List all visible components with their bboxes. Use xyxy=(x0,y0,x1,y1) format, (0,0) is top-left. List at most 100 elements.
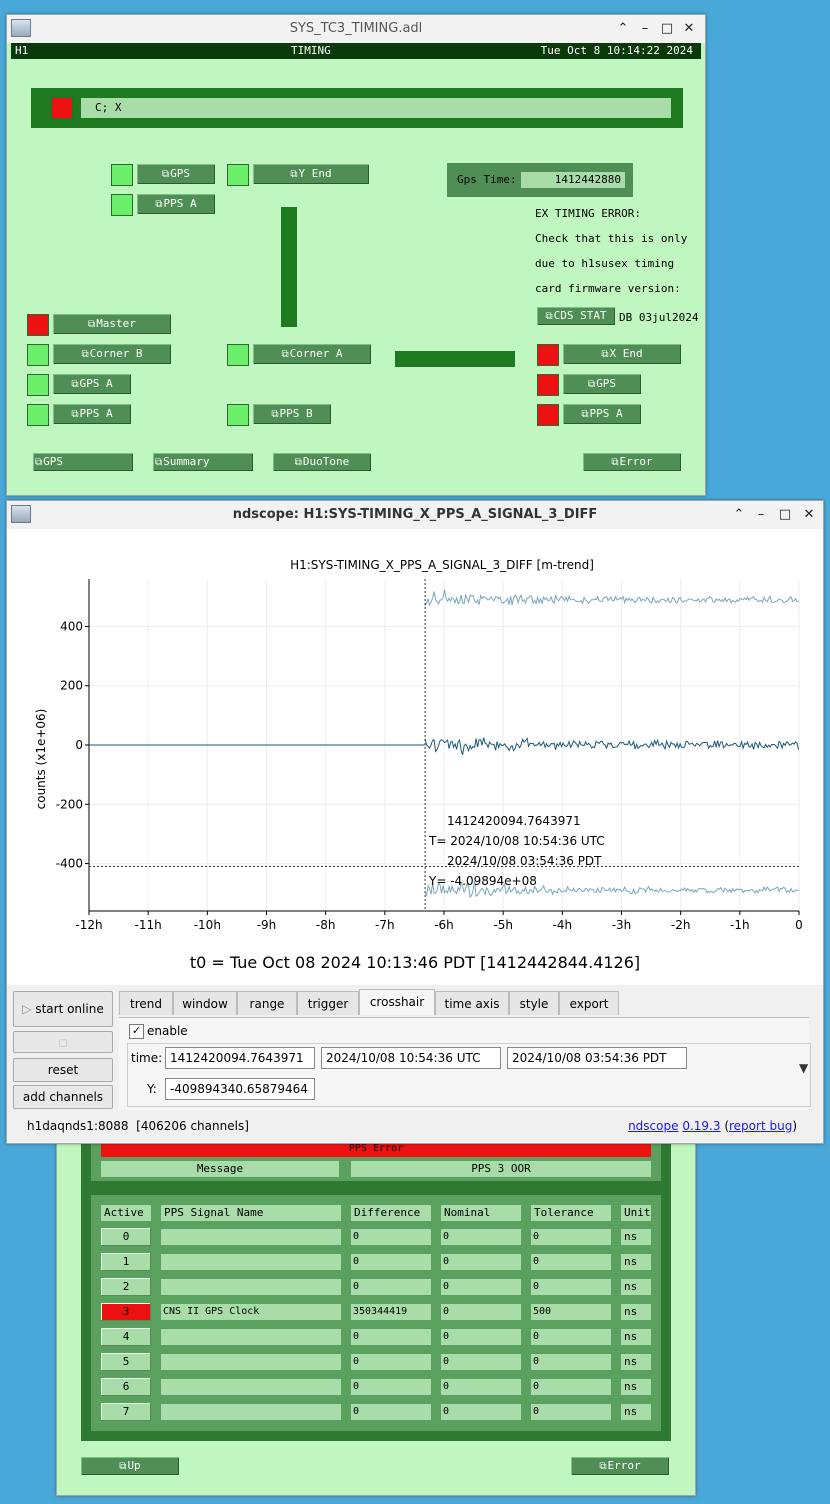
minimize-icon[interactable]: – xyxy=(637,21,653,36)
pps-error-banner: PPS Error xyxy=(101,1143,651,1157)
medm-titlebar[interactable]: SYS_TC3_TIMING.adl ⌃ – □ ✕ xyxy=(7,15,705,43)
duotone-label: DuoTone xyxy=(302,455,350,468)
y-value-field[interactable]: -409894340.65879464 xyxy=(165,1078,315,1100)
t0-label: t0 = Tue Oct 08 2024 10:13:46 PDT [14124… xyxy=(189,953,641,972)
pps-a-right-button[interactable]: ⧉PPS A xyxy=(563,404,641,424)
tab-time-axis[interactable]: time axis xyxy=(435,991,509,1015)
pps-panel-window: PPS Error Message PPS 3 OOR Active PPS S… xyxy=(56,1100,696,1496)
tab-window[interactable]: window xyxy=(173,991,237,1015)
tolerance-cell: 0 xyxy=(531,1229,611,1245)
plot-area[interactable]: H1:SYS-TIMING_X_PPS_A_SIGNAL_3_DIFF [m-t… xyxy=(7,529,823,985)
expand-arrow-icon[interactable]: ▼ xyxy=(799,1061,808,1075)
active-button-6[interactable]: 6 xyxy=(101,1378,151,1396)
enable-checkbox[interactable]: ✓ xyxy=(129,1024,144,1039)
gps-right-button[interactable]: ⧉GPS xyxy=(563,374,641,394)
time-utc-field[interactable]: 2024/10/08 10:54:36 UTC xyxy=(321,1047,501,1069)
unit-cell: ns xyxy=(621,1379,651,1395)
report-bug-link[interactable]: report bug xyxy=(729,1119,792,1133)
close-icon[interactable]: ✕ xyxy=(681,21,697,36)
unit-cell: ns xyxy=(621,1329,651,1345)
active-button-3[interactable]: 3 xyxy=(101,1303,151,1321)
tolerance-cell: 0 xyxy=(531,1329,611,1345)
x-tick-label: -4h xyxy=(553,918,573,932)
duotone-button[interactable]: ⧉DuoTone xyxy=(273,453,371,471)
time-pdt-field[interactable]: 2024/10/08 03:54:36 PDT xyxy=(507,1047,687,1069)
start-online-label: start online xyxy=(35,1002,104,1016)
close-icon[interactable]: ✕ xyxy=(801,507,817,522)
x-end-button[interactable]: ⧉X End xyxy=(563,344,681,364)
y-end-led xyxy=(227,164,249,186)
tolerance-cell: 0 xyxy=(531,1254,611,1270)
status-led xyxy=(51,97,73,119)
pps-b-button[interactable]: ⧉PPS B xyxy=(253,404,331,424)
active-button-4[interactable]: 4 xyxy=(101,1328,151,1346)
signal-name-cell xyxy=(161,1379,341,1395)
active-button-5[interactable]: 5 xyxy=(101,1353,151,1371)
enable-label: enable xyxy=(147,1024,188,1038)
minimize-icon[interactable]: – xyxy=(753,507,769,522)
master-button[interactable]: ⧉Master xyxy=(53,314,171,334)
y-axis-label: counts (x1e+06) xyxy=(34,709,48,810)
version-link[interactable]: 0.19.3 xyxy=(682,1119,720,1133)
tab-range[interactable]: range xyxy=(237,991,297,1015)
active-button-0[interactable]: 0 xyxy=(101,1228,151,1246)
y-end-button[interactable]: ⧉Y End xyxy=(253,164,369,184)
pps-a-left-label: PPS A xyxy=(79,407,113,420)
chevron-up-icon[interactable]: ⌃ xyxy=(731,507,747,522)
signal-name-cell xyxy=(161,1329,341,1345)
add-channels-button[interactable]: add channels xyxy=(13,1085,113,1109)
tab-trend[interactable]: trend xyxy=(119,991,173,1015)
ndscope-window: ndscope: H1:SYS-TIMING_X_PPS_A_SIGNAL_3_… xyxy=(6,500,824,1144)
signal-name-cell xyxy=(161,1354,341,1370)
pps-a-left-button[interactable]: ⧉PPS A xyxy=(53,404,131,424)
error-label: Error xyxy=(619,455,653,468)
x-tick-label: -11h xyxy=(135,918,162,932)
corner-b-button[interactable]: ⧉Corner B xyxy=(53,344,171,364)
x-tick-label: -12h xyxy=(75,918,102,932)
chevron-up-icon[interactable]: ⌃ xyxy=(615,21,631,36)
unit-cell: ns xyxy=(621,1229,651,1245)
nominal-cell: 0 xyxy=(441,1329,521,1345)
ndscope-titlebar[interactable]: ndscope: H1:SYS-TIMING_X_PPS_A_SIGNAL_3_… xyxy=(7,501,823,529)
tab-style[interactable]: style xyxy=(509,991,559,1015)
active-button-7[interactable]: 7 xyxy=(101,1403,151,1421)
error-button[interactable]: ⧉Error xyxy=(583,453,681,471)
timeseries-plot[interactable]: H1:SYS-TIMING_X_PPS_A_SIGNAL_3_DIFF [m-t… xyxy=(7,529,823,985)
tab-crosshair[interactable]: crosshair xyxy=(359,989,435,1015)
pps-a-top-button[interactable]: ⧉PPS A xyxy=(137,194,215,214)
cds-stat-button[interactable]: ⧉CDS STAT xyxy=(537,307,615,325)
gps-a-label: GPS A xyxy=(79,377,113,390)
summary-button[interactable]: ⧉Summary xyxy=(153,453,253,471)
tolerance-cell: 500 xyxy=(531,1304,611,1320)
time-gps-field[interactable]: 1412420094.7643971 xyxy=(165,1047,315,1069)
active-button-2[interactable]: 2 xyxy=(101,1278,151,1296)
gps-bottom-button[interactable]: ⧉GPS xyxy=(33,453,133,471)
series-mean-noise xyxy=(424,737,800,755)
x-end-led xyxy=(537,344,559,366)
maximize-icon[interactable]: □ xyxy=(659,21,675,36)
maximize-icon[interactable]: □ xyxy=(777,507,793,522)
error-button-lower[interactable]: ⧉Error xyxy=(571,1457,669,1475)
nominal-cell: 0 xyxy=(441,1354,521,1370)
corner-a-button[interactable]: ⧉Corner A xyxy=(253,344,371,364)
y-arm-bar xyxy=(281,207,297,327)
gps-right-label: GPS xyxy=(596,377,616,390)
up-button[interactable]: ⧉Up xyxy=(81,1457,179,1475)
active-button-1[interactable]: 1 xyxy=(101,1253,151,1271)
y-end-label: Y End xyxy=(298,167,332,180)
summary-label: Summary xyxy=(163,455,210,468)
tolerance-cell: 0 xyxy=(531,1379,611,1395)
ndscope-link[interactable]: ndscope xyxy=(628,1119,678,1133)
start-online-button[interactable]: ▷ start online xyxy=(13,991,113,1027)
gps-top-button[interactable]: ⧉GPS xyxy=(137,164,215,184)
reset-button[interactable]: reset xyxy=(13,1058,113,1082)
x-tick-label: -5h xyxy=(493,918,513,932)
gps-a-button[interactable]: ⧉GPS A xyxy=(53,374,131,394)
corner-b-led xyxy=(27,344,49,366)
header-active: Active xyxy=(101,1205,151,1221)
header-signal-name: PPS Signal Name xyxy=(161,1205,341,1221)
nominal-cell: 0 xyxy=(441,1379,521,1395)
status-text: C; X xyxy=(81,98,671,118)
tab-export[interactable]: export xyxy=(559,991,619,1015)
tab-trigger[interactable]: trigger xyxy=(297,991,359,1015)
